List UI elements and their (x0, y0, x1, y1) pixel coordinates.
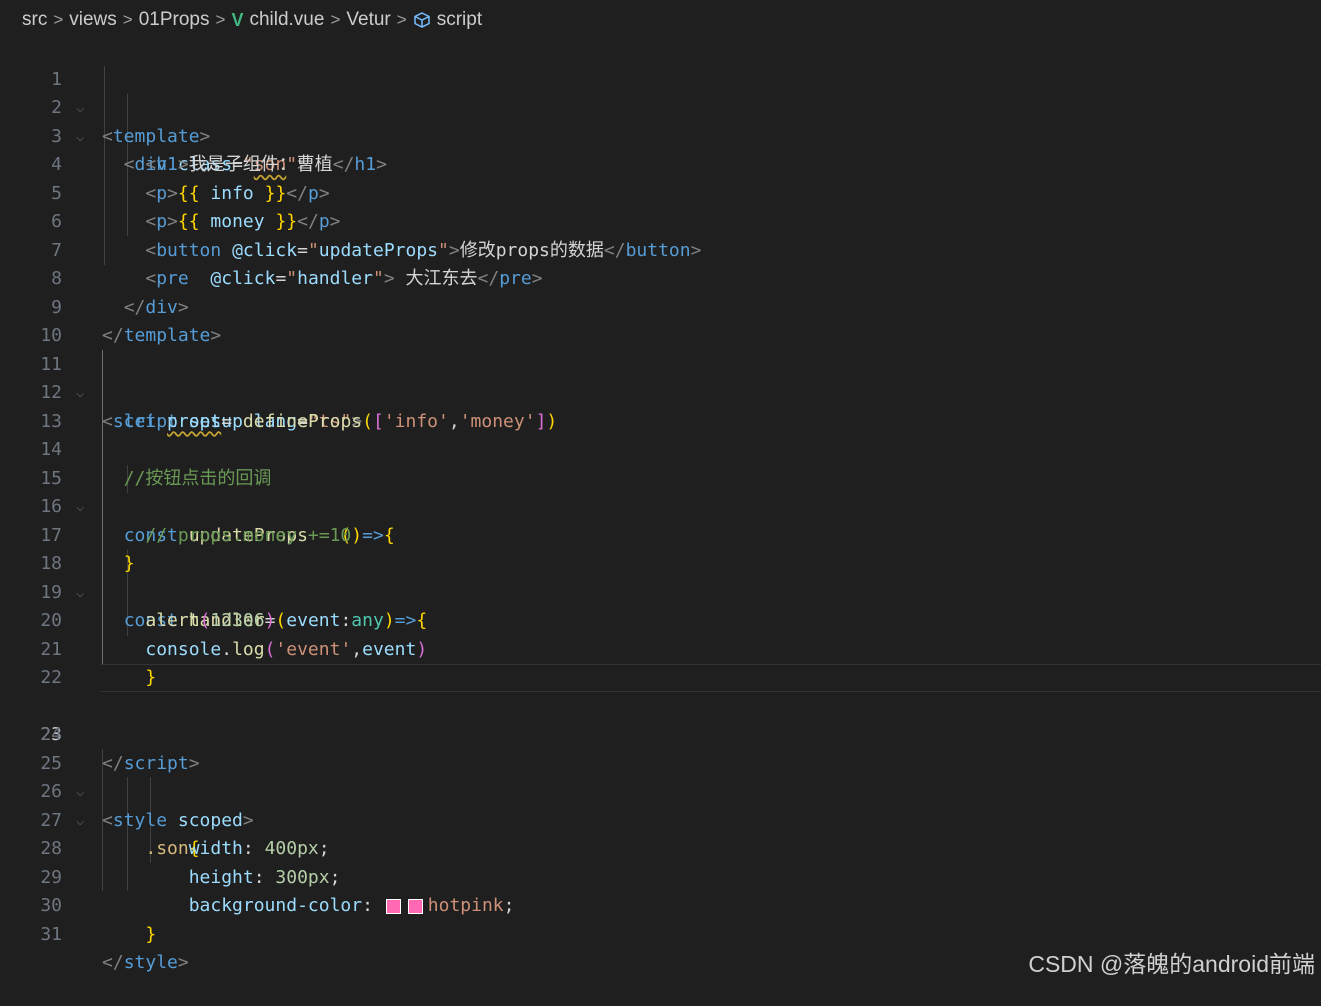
code-line[interactable]: 29 background-color: hotpink; (0, 835, 1321, 917)
token: </ (102, 952, 124, 973)
line-number: 31 (40, 923, 62, 945)
code-line[interactable]: 7 <pre @click="handler"> 大江东去</pre> (0, 208, 1321, 290)
code-line[interactable]: 19 alert(12306) (0, 550, 1321, 632)
code-line[interactable]: 12 let props= defineProps(['info','money… (0, 351, 1321, 432)
code-line[interactable]: 15 ⌵ const updateProps = ()=>{ (0, 436, 1321, 546)
code-line[interactable]: 1 ⌵ <template> (0, 37, 1321, 147)
code-line[interactable]: 21 } (0, 607, 1321, 689)
code-line[interactable]: 11 ⌵ <script setup lang="ts"> (0, 322, 1321, 432)
breadcrumb-item-01props[interactable]: 01Props (139, 9, 210, 31)
code-line[interactable]: 22 (0, 636, 1321, 688)
code-line-current[interactable]: 23 </script> (0, 664, 1321, 774)
breadcrumb-item-script[interactable]: script (437, 9, 482, 31)
code-line[interactable]: 25 ⌵ <style scoped> (0, 721, 1321, 831)
code-line[interactable]: 6 <button @click="updateProps">修改props的数… (0, 180, 1321, 261)
code-line[interactable]: 2 ⌵ <div class="son"> (0, 66, 1321, 175)
code-line[interactable]: 30 } (0, 864, 1321, 945)
vue-file-icon: V (231, 9, 244, 30)
code-line[interactable]: 27 width: 400px; (0, 778, 1321, 860)
breadcrumb-separator: > (396, 10, 407, 29)
breadcrumb-item-child-vue[interactable]: child.vue (249, 9, 324, 31)
token: > (177, 952, 189, 973)
breadcrumb-item-views[interactable]: views (69, 9, 117, 31)
code-line[interactable]: 18 ⌵ const handler=(event:any)=>{ (0, 522, 1321, 631)
symbol-module-icon (413, 12, 430, 28)
code-line[interactable]: 14 //按钮点击的回调 (0, 408, 1321, 489)
breadcrumb-item-vetur[interactable]: Vetur (346, 9, 390, 31)
code-line[interactable]: 31 </style> (0, 892, 1321, 974)
code-line[interactable]: 9 </template> (0, 265, 1321, 347)
token: style (123, 952, 178, 973)
code-line[interactable]: 16 // props.money +=10 (0, 465, 1321, 546)
breadcrumb-item-src[interactable]: src (22, 9, 47, 31)
code-line[interactable]: 20 console.log('event',event) (0, 579, 1321, 660)
code-line[interactable]: 5 <p>{{ money }}</p> (0, 151, 1321, 233)
code-line[interactable]: 3 <h1>我是子组件：曹植</h1> (0, 94, 1321, 176)
breadcrumb-separator: > (330, 10, 341, 29)
code-line[interactable]: 8 </div> (0, 237, 1321, 318)
code-line[interactable]: 26 ⌵ .son{ (0, 750, 1321, 859)
breadcrumb-separator: > (215, 10, 226, 29)
code-line[interactable]: 13 (0, 379, 1321, 432)
code-editor[interactable]: 1 ⌵ <template> 2 ⌵ <div class="son"> 3 <… (0, 37, 1321, 974)
breadcrumb-separator: > (53, 10, 64, 29)
code-line[interactable]: 17 } (0, 493, 1321, 575)
current-line-highlight (100, 664, 1321, 692)
breadcrumb: src > views > 01Props > V child.vue > Ve… (0, 0, 1321, 40)
token: } (145, 923, 157, 945)
breadcrumb-separator: > (122, 10, 133, 29)
watermark: CSDN @落魄的android前端 (1028, 951, 1315, 977)
code-line[interactable]: 24 (0, 693, 1321, 745)
code-line[interactable]: 4 <p>{{ info }}</p> (0, 123, 1321, 204)
code-line[interactable]: 28 height: 300px; (0, 807, 1321, 888)
code-line[interactable]: 10 (0, 294, 1321, 346)
